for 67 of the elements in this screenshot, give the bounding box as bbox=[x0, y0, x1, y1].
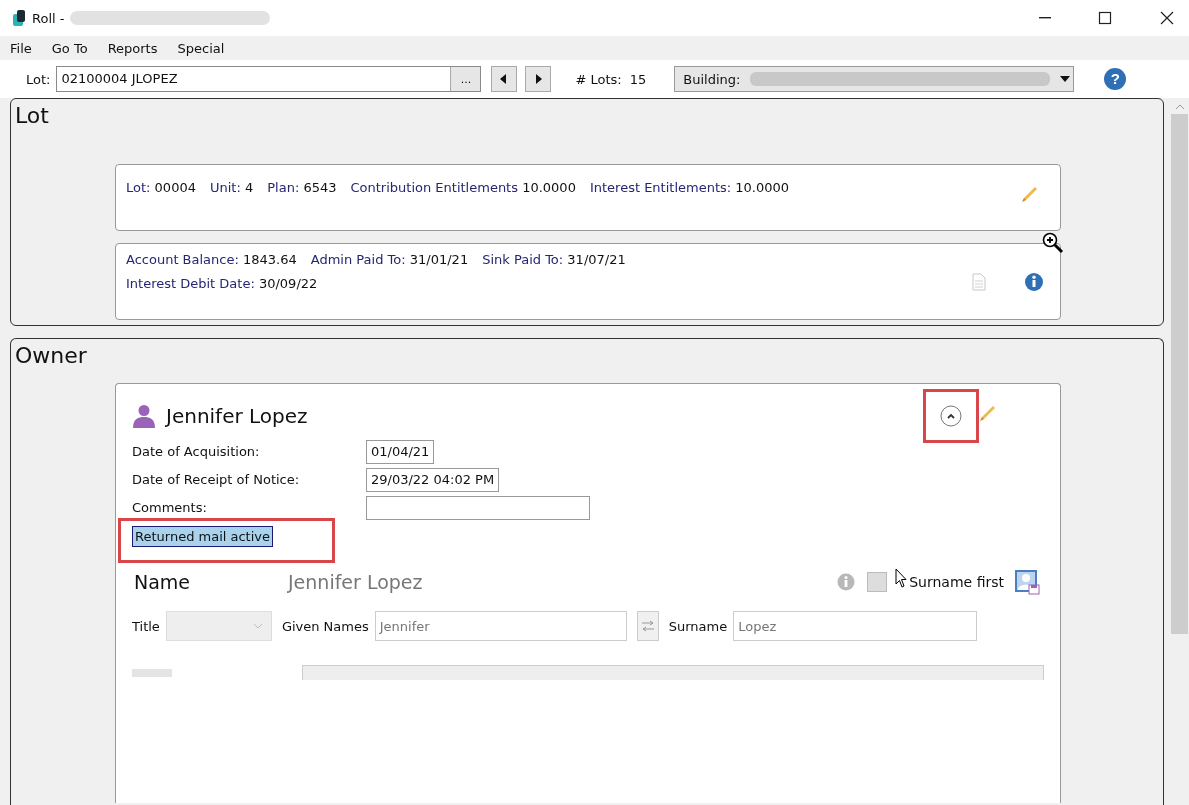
field-text: Unit: 4 bbox=[209, 179, 254, 197]
field-text: Interest Debit Date: 30/09/22 bbox=[126, 275, 318, 293]
field-label: Date of Receipt of Notice: bbox=[132, 471, 301, 489]
browse-button[interactable]: ... bbox=[450, 67, 481, 91]
pencil-icon[interactable] bbox=[1020, 184, 1038, 202]
field-text: Plan: 6543 bbox=[267, 179, 337, 197]
document-icon bbox=[972, 272, 986, 291]
name-display: Jennifer Lopez bbox=[288, 571, 423, 593]
checkbox-label: Surname first bbox=[909, 574, 1004, 590]
swap-button[interactable] bbox=[636, 611, 659, 641]
building-dropdown[interactable]: Building: bbox=[674, 66, 1075, 92]
person-icon bbox=[132, 404, 156, 428]
field-text: Admin Paid To: 31/01/21 bbox=[310, 251, 469, 269]
mouse-cursor-icon bbox=[895, 568, 908, 588]
menu-item[interactable]: File bbox=[10, 40, 32, 56]
minimize-icon bbox=[1039, 17, 1051, 19]
title-dropdown[interactable] bbox=[165, 611, 272, 641]
lots-count-label: # Lots: bbox=[575, 71, 622, 87]
field-text: Interest Entitlements: 10.0000 bbox=[589, 179, 790, 197]
help-button[interactable]: ? bbox=[1104, 68, 1127, 90]
highlight-frame bbox=[923, 389, 979, 443]
window-title: Roll - bbox=[32, 10, 65, 26]
app-logo-icon bbox=[12, 9, 26, 27]
lots-count: 15 bbox=[629, 71, 647, 87]
scroll-up-icon bbox=[1174, 104, 1185, 110]
dropdown-caret-icon bbox=[252, 623, 263, 629]
close-icon bbox=[1159, 10, 1175, 26]
given-names-label: Given Names bbox=[281, 618, 369, 634]
field-text: Account Balance: 1843.64 bbox=[126, 251, 297, 269]
lot-label: Lot: bbox=[26, 71, 51, 87]
field-text: Sink Paid To: 31/07/21 bbox=[482, 251, 626, 269]
left-arrow-icon bbox=[500, 74, 509, 84]
contact-save-icon bbox=[1014, 569, 1040, 595]
field-label: Date of Acquisition: bbox=[132, 443, 261, 461]
info-icon bbox=[1024, 271, 1044, 292]
dropdown-caret-icon bbox=[1060, 76, 1071, 82]
checkbox[interactable] bbox=[867, 572, 888, 592]
surname-field[interactable]: Lopez bbox=[733, 611, 978, 641]
right-arrow-icon bbox=[534, 74, 543, 84]
blurred-label bbox=[132, 668, 172, 677]
input-field[interactable]: 29/03/22 04:02 PM bbox=[366, 468, 500, 492]
previous-button[interactable] bbox=[491, 66, 518, 92]
collapse-icon[interactable] bbox=[940, 405, 962, 427]
scroll-thumb[interactable] bbox=[1171, 114, 1188, 634]
menu-item[interactable]: Special bbox=[177, 40, 225, 56]
field-text: Contribution Entitlements 10.0000 bbox=[350, 179, 576, 197]
owner-name: Jennifer Lopez bbox=[166, 404, 308, 428]
input-field[interactable]: 01/04/21 bbox=[366, 440, 435, 464]
pencil-icon[interactable] bbox=[978, 403, 996, 421]
info-icon bbox=[837, 573, 856, 591]
section-heading: Lot bbox=[14, 102, 50, 130]
maximize-icon bbox=[1097, 10, 1113, 26]
given-names-field[interactable]: Jennifer bbox=[374, 611, 627, 641]
section-heading: Owner bbox=[14, 342, 88, 370]
name-label: Name bbox=[134, 571, 192, 593]
lot-field[interactable]: 02100004 JLOPEZ ... bbox=[56, 66, 482, 92]
surname-label: Surname bbox=[668, 618, 728, 634]
swap-arrows-icon bbox=[640, 620, 655, 632]
field-text: Lot: 00004 bbox=[126, 179, 196, 197]
input-field[interactable] bbox=[366, 496, 590, 520]
input-field[interactable] bbox=[302, 665, 1044, 680]
returned-mail-label[interactable]: Returned mail active bbox=[132, 526, 274, 547]
next-button[interactable] bbox=[525, 66, 552, 92]
field-label: Comments: bbox=[132, 499, 208, 517]
title-label: Title bbox=[132, 618, 160, 634]
menu-item[interactable]: Reports bbox=[107, 40, 158, 56]
menu-item[interactable]: Go To bbox=[51, 40, 88, 56]
